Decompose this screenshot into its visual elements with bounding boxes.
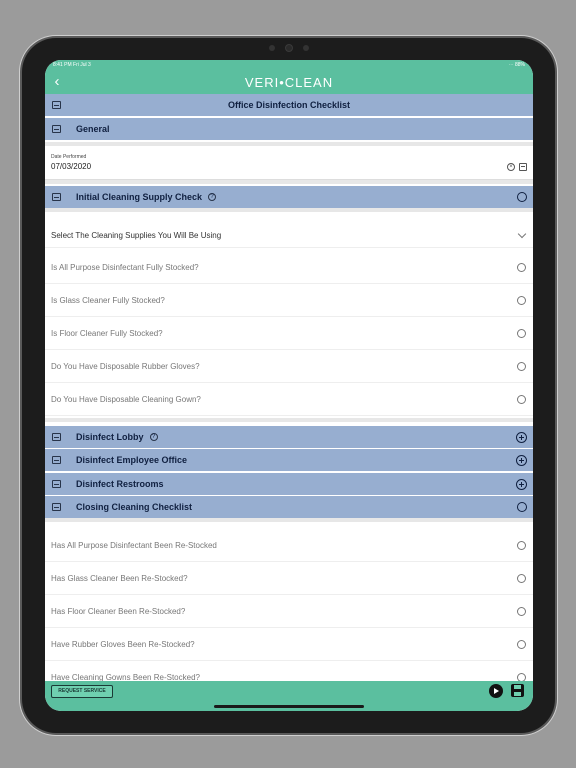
section-label: Disinfect Restrooms: [76, 479, 164, 489]
collapse-icon[interactable]: [52, 503, 61, 511]
nav-bar: ‹ VERI•CLEAN: [45, 70, 533, 94]
question-text: Do You Have Disposable Rubber Gloves?: [51, 361, 200, 371]
collapse-icon[interactable]: [52, 101, 61, 109]
home-indicator: [214, 705, 364, 708]
question-text: Has All Purpose Disinfectant Been Re-Sto…: [51, 540, 217, 550]
radio-button[interactable]: [517, 541, 526, 550]
send-icon[interactable]: [489, 684, 503, 698]
section-initial-check[interactable]: Initial Cleaning Supply Check ?: [45, 186, 533, 208]
section-general[interactable]: General: [45, 118, 533, 140]
request-service-button[interactable]: REQUEST SERVICE: [51, 685, 113, 698]
question-row[interactable]: Has Glass Cleaner Been Re-Stocked?: [45, 562, 533, 595]
expand-plus-icon[interactable]: [516, 455, 527, 466]
save-icon[interactable]: [511, 684, 524, 697]
camera-icon: [284, 44, 293, 52]
app-screen: 8:41 PM Fri Jul 3 ⋯ 88% ‹ VERI•CLEAN Off…: [45, 60, 533, 711]
section-closing[interactable]: Closing Cleaning Checklist: [45, 496, 533, 518]
select-placeholder: Select The Cleaning Supplies You Will Be…: [51, 231, 222, 240]
back-button[interactable]: ‹: [49, 74, 65, 90]
chevron-down-icon: [517, 229, 527, 239]
section-lobby[interactable]: Disinfect Lobby ?: [45, 426, 533, 448]
question-row[interactable]: Has Floor Cleaner Been Re-Stocked?: [45, 595, 533, 628]
radio-button[interactable]: [517, 296, 526, 305]
date-field[interactable]: Date Performed 07/03/2020 ×: [45, 150, 533, 180]
section-label: Disinfect Employee Office: [76, 455, 188, 465]
sensor-icon: [268, 45, 275, 51]
question-row[interactable]: Is Glass Cleaner Fully Stocked?: [45, 284, 533, 317]
radio-button[interactable]: [517, 329, 526, 338]
collapse-icon[interactable]: [52, 480, 61, 488]
divider: [45, 418, 533, 422]
question-row[interactable]: Is All Purpose Disinfectant Fully Stocke…: [45, 251, 533, 284]
date-value[interactable]: 07/03/2020: [51, 162, 527, 171]
radio-button[interactable]: [517, 395, 526, 404]
camera-bar: [268, 44, 309, 52]
status-circle-icon: [517, 502, 527, 512]
radio-button[interactable]: [517, 640, 526, 649]
collapse-icon[interactable]: [52, 433, 61, 441]
calendar-icon[interactable]: [519, 163, 527, 171]
question-row[interactable]: Do You Have Disposable Cleaning Gown?: [45, 383, 533, 416]
expand-plus-icon[interactable]: [516, 479, 527, 490]
question-text: Is Glass Cleaner Fully Stocked?: [51, 295, 165, 305]
collapse-icon[interactable]: [52, 456, 61, 464]
radio-button[interactable]: [517, 574, 526, 583]
section-label: Disinfect Lobby: [76, 432, 144, 442]
section-label: Closing Cleaning Checklist: [76, 502, 193, 512]
question-row[interactable]: Has All Purpose Disinfectant Been Re-Sto…: [45, 529, 533, 562]
clear-icon[interactable]: ×: [507, 163, 515, 171]
section-label: Initial Cleaning Supply Check: [76, 192, 203, 202]
divider: [45, 208, 533, 212]
divider: [45, 180, 533, 184]
divider: [45, 142, 533, 146]
app-brand: VERI•CLEAN: [244, 74, 334, 90]
help-icon[interactable]: ?: [149, 433, 158, 441]
status-battery: ⋯ 88%: [508, 62, 525, 68]
radio-button[interactable]: [517, 362, 526, 371]
section-label: General: [76, 124, 110, 134]
footer-bar: REQUEST SERVICE: [45, 681, 533, 711]
question-text: Has Floor Cleaner Been Re-Stocked?: [51, 606, 186, 616]
status-bar: 8:41 PM Fri Jul 3 ⋯ 88%: [45, 60, 533, 70]
form-title-header[interactable]: Office Disinfection Checklist: [45, 94, 533, 116]
question-row[interactable]: Have Rubber Gloves Been Re-Stocked?: [45, 628, 533, 661]
status-circle-icon: [517, 192, 527, 202]
sensor-icon: [302, 45, 309, 51]
status-time: 8:41 PM Fri Jul 3: [53, 62, 91, 68]
section-office[interactable]: Disinfect Employee Office: [45, 449, 533, 471]
expand-plus-icon[interactable]: [516, 432, 527, 443]
question-text: Has Glass Cleaner Been Re-Stocked?: [51, 573, 188, 583]
form-title: Office Disinfection Checklist: [227, 100, 351, 110]
question-text: Is All Purpose Disinfectant Fully Stocke…: [51, 262, 199, 272]
help-icon[interactable]: ?: [208, 193, 217, 201]
chevron-left-icon: ‹: [54, 73, 60, 90]
date-label: Date Performed: [51, 154, 87, 160]
question-text: Do You Have Disposable Cleaning Gown?: [51, 394, 201, 404]
question-text: Is Floor Cleaner Fully Stocked?: [51, 328, 163, 338]
divider: [45, 518, 533, 522]
question-row[interactable]: Do You Have Disposable Rubber Gloves?: [45, 350, 533, 383]
question-text: Have Rubber Gloves Been Re-Stocked?: [51, 639, 195, 649]
radio-button[interactable]: [517, 607, 526, 616]
radio-button[interactable]: [517, 263, 526, 272]
collapse-icon[interactable]: [52, 193, 61, 201]
collapse-icon[interactable]: [52, 125, 61, 133]
question-row[interactable]: Is Floor Cleaner Fully Stocked?: [45, 317, 533, 350]
supplies-select[interactable]: Select The Cleaning Supplies You Will Be…: [45, 224, 533, 248]
section-restrooms[interactable]: Disinfect Restrooms: [45, 473, 533, 495]
